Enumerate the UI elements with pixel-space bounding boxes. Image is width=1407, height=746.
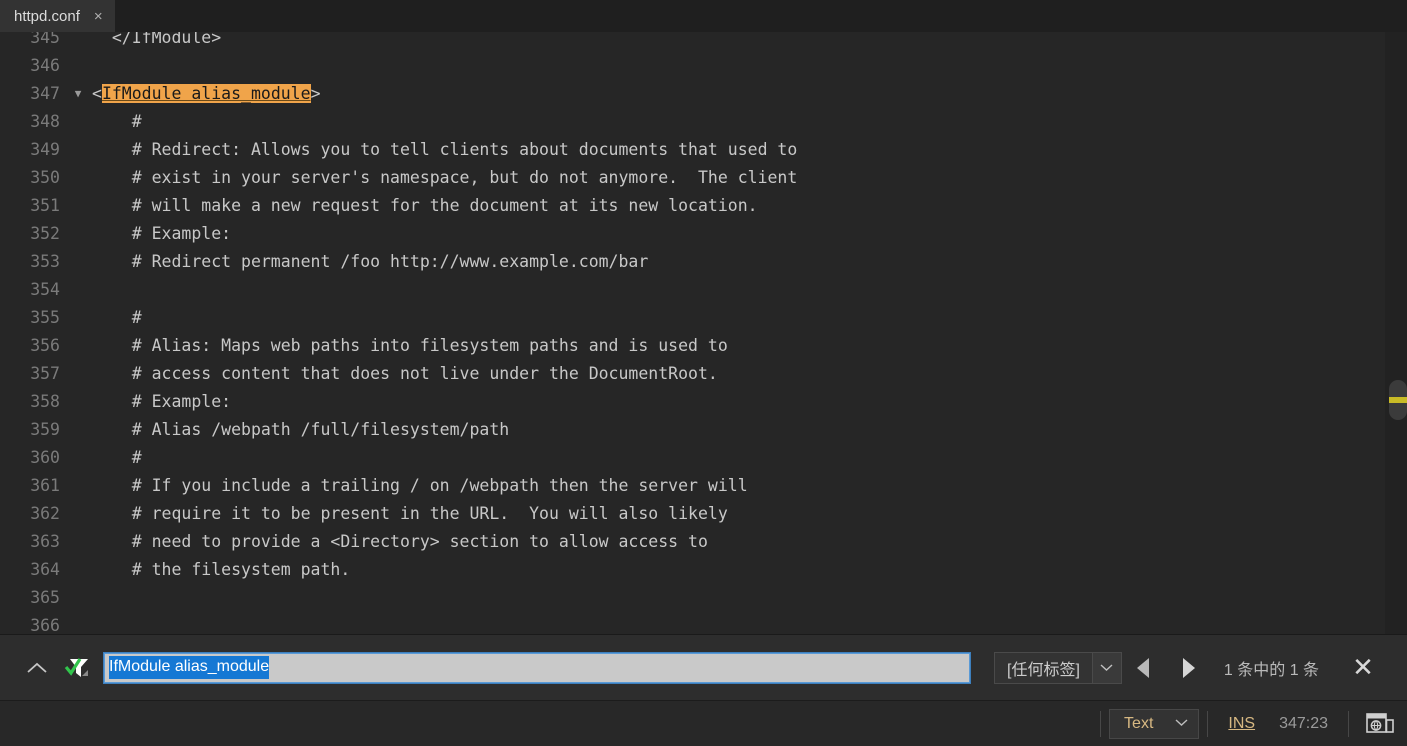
code-text: # xyxy=(92,308,142,327)
code-line[interactable]: 349 # Redirect: Allows you to tell clien… xyxy=(0,136,1407,164)
status-divider-1 xyxy=(1100,710,1102,737)
code-line[interactable]: 358 # Example: xyxy=(0,388,1407,416)
tag-filter-value: [任何标签] xyxy=(994,651,1092,684)
code-line[interactable]: 357 # access content that does not live … xyxy=(0,360,1407,388)
code-line[interactable]: 346 xyxy=(0,52,1407,80)
chevron-down-icon[interactable] xyxy=(1091,651,1122,684)
line-number: 353 xyxy=(30,252,60,271)
syntax-mode-dropdown[interactable]: Text xyxy=(1109,708,1200,739)
code-text: # will make a new request for the docume… xyxy=(92,196,758,215)
code-text: # xyxy=(92,112,142,131)
filter-check-icon[interactable] xyxy=(56,649,100,687)
tab-bar: httpd.conf × xyxy=(0,0,1407,32)
code-line[interactable]: 353 # Redirect permanent /foo http://www… xyxy=(0,248,1407,276)
code-line[interactable]: 356 # Alias: Maps web paths into filesys… xyxy=(0,332,1407,360)
code-line[interactable]: 359 # Alias /webpath /full/filesystem/pa… xyxy=(0,416,1407,444)
code-text: # Alias: Maps web paths into filesystem … xyxy=(92,336,728,355)
search-input[interactable]: IfModule alias_module xyxy=(103,651,971,684)
fold-toggle-icon[interactable]: ▼ xyxy=(66,80,90,108)
line-number: 364 xyxy=(30,560,60,579)
tab-httpd-conf[interactable]: httpd.conf × xyxy=(0,0,115,32)
line-number: 355 xyxy=(30,308,60,327)
code-line[interactable]: 365 xyxy=(0,584,1407,612)
chevron-up-icon[interactable] xyxy=(18,649,56,687)
code-line[interactable]: 355 # xyxy=(0,304,1407,332)
code-text: # Redirect permanent /foo http://www.exa… xyxy=(92,252,649,271)
code-text: # access content that does not live unde… xyxy=(92,364,718,383)
code-line[interactable]: 350 # exist in your server's namespace, … xyxy=(0,164,1407,192)
line-number: 365 xyxy=(30,588,60,607)
line-number: 350 xyxy=(30,168,60,187)
search-match-highlight: IfModule alias_module xyxy=(101,84,311,103)
code-text: # Redirect: Allows you to tell clients a… xyxy=(92,140,798,159)
code-line[interactable]: 364 # the filesystem path. xyxy=(0,556,1407,584)
code-text: # require it to be present in the URL. Y… xyxy=(92,504,728,523)
line-number: 359 xyxy=(30,420,60,439)
code-text: # Alias /webpath /full/filesystem/path xyxy=(92,420,510,439)
line-number: 347 xyxy=(30,84,60,103)
line-number: 363 xyxy=(30,532,60,551)
next-match-button[interactable] xyxy=(1166,646,1210,690)
cursor-position-label: 347:23 xyxy=(1279,714,1328,732)
code-line[interactable]: 354 xyxy=(0,276,1407,304)
code-text: # Example: xyxy=(92,392,232,411)
code-line[interactable]: 352 # Example: xyxy=(0,220,1407,248)
code-text: # Example: xyxy=(92,224,232,243)
line-number: 354 xyxy=(30,280,60,299)
syntax-mode-value: Text xyxy=(1124,714,1154,732)
line-number: 356 xyxy=(30,336,60,355)
editor-area[interactable]: 345 </IfModule> 346 347 ▼ <IfModule alias_mo… xyxy=(0,32,1407,634)
vertical-scrollbar[interactable] xyxy=(1385,32,1407,634)
status-bar: Text INS 347:23 xyxy=(0,700,1407,746)
code-text: # need to provide a <Directory> section … xyxy=(92,532,708,551)
browser-preview-icon[interactable] xyxy=(1363,709,1397,739)
code-line[interactable]: 347 ▼ <IfModule alias_module> xyxy=(0,80,1407,108)
line-number: 357 xyxy=(30,364,60,383)
scrollbar-match-marker xyxy=(1389,397,1407,403)
code-line[interactable]: 361 # If you include a trailing / on /we… xyxy=(0,472,1407,500)
close-find-icon[interactable]: ✕ xyxy=(1343,648,1383,688)
code-line[interactable]: 360 # xyxy=(0,444,1407,472)
code-line[interactable]: 362 # require it to be present in the UR… xyxy=(0,500,1407,528)
line-number: 351 xyxy=(30,196,60,215)
line-number: 366 xyxy=(30,616,60,634)
close-icon[interactable]: × xyxy=(92,9,105,24)
line-number: 358 xyxy=(30,392,60,411)
line-number: 346 xyxy=(30,56,60,75)
code-line[interactable]: 366 xyxy=(0,612,1407,634)
tab-label: httpd.conf xyxy=(14,7,80,25)
line-number: 362 xyxy=(30,504,60,523)
status-divider-2 xyxy=(1207,710,1209,737)
code-line[interactable]: 363 # need to provide a <Directory> sect… xyxy=(0,528,1407,556)
insert-mode-toggle[interactable]: INS xyxy=(1216,715,1267,733)
code-lines[interactable]: 345 </IfModule> 346 347 ▼ <IfModule alias_mo… xyxy=(0,32,1407,634)
match-count-label: 1 条中的 1 条 xyxy=(1223,661,1320,679)
line-number: 348 xyxy=(30,112,60,131)
line-number: 352 xyxy=(30,224,60,243)
chevron-down-icon xyxy=(1175,718,1188,730)
code-line[interactable]: 348 # xyxy=(0,108,1407,136)
find-bar: IfModule alias_module [任何标签] 1 条中的 1 条 ✕ xyxy=(0,634,1407,700)
code-text: <IfModule alias_module> xyxy=(92,84,321,103)
line-number: 349 xyxy=(30,140,60,159)
previous-match-button[interactable] xyxy=(1122,646,1166,690)
line-number: 345 xyxy=(30,32,60,47)
code-text: # If you include a trailing / on /webpat… xyxy=(92,476,748,495)
status-divider-3 xyxy=(1348,710,1349,737)
code-line[interactable]: 351 # will make a new request for the do… xyxy=(0,192,1407,220)
code-text: # xyxy=(92,448,142,467)
code-text: # exist in your server's namespace, but … xyxy=(92,168,798,187)
code-text: # the filesystem path. xyxy=(92,560,351,579)
editor-window: httpd.conf × 345 </IfModule> 346 347 ▼ <IfMo… xyxy=(0,0,1407,746)
code-text: </IfModule> xyxy=(92,32,222,47)
search-input-value: IfModule alias_module xyxy=(109,656,270,679)
tag-filter-dropdown[interactable]: [任何标签] xyxy=(994,651,1122,684)
code-line[interactable]: 345 </IfModule> xyxy=(0,32,1407,52)
line-number: 361 xyxy=(30,476,60,495)
line-number: 360 xyxy=(30,448,60,467)
